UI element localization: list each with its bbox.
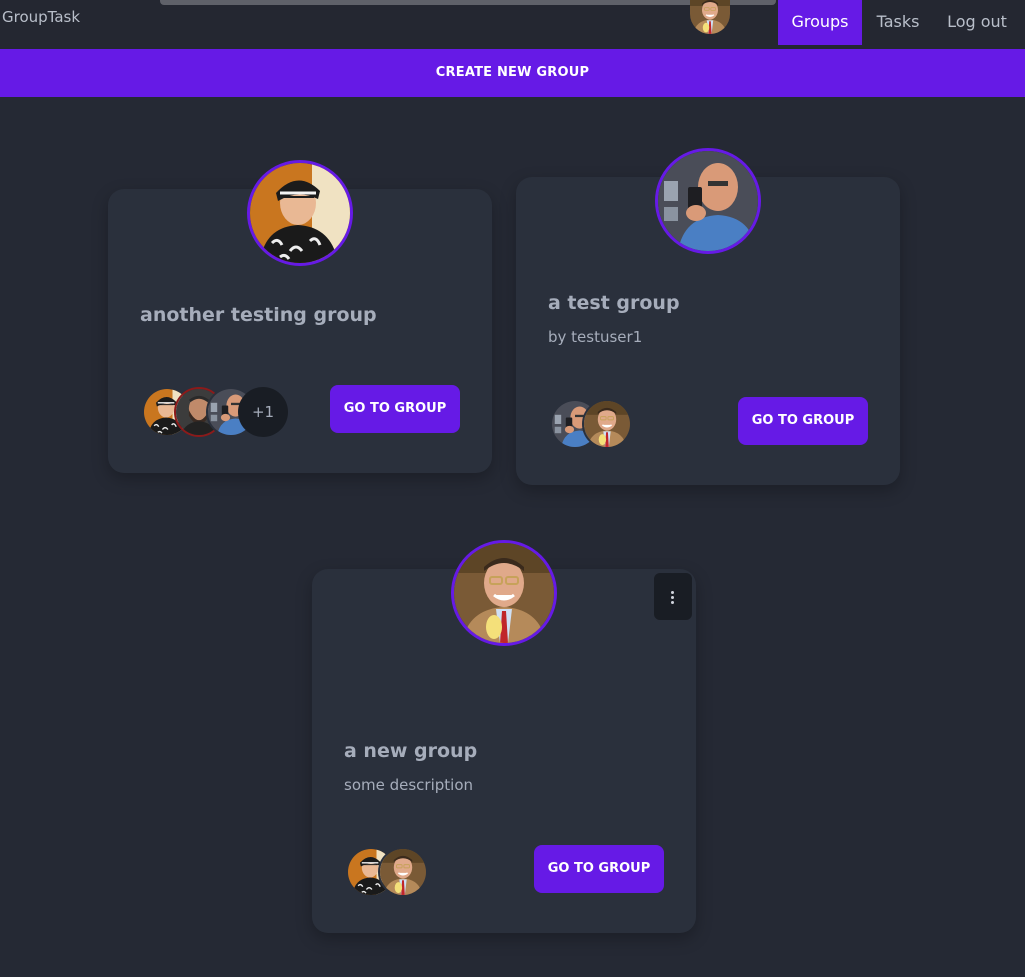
group-card: another testing group +1 GO TO GROUP [108,160,492,473]
brand-logo-text[interactable]: GroupTask [2,8,80,26]
group-avatar [247,160,353,266]
go-to-group-button[interactable]: GO TO GROUP [534,845,664,893]
member-avatars: +1 [142,387,292,437]
group-card: a new group some description GO TO GROUP [312,540,696,933]
nav-groups-link[interactable]: Groups [778,0,862,45]
nav-tasks-link[interactable]: Tasks [868,0,928,45]
browser-scroll-strip [160,0,776,5]
group-card: a test group by testuser1 GO TO GROUP [516,148,900,485]
member-avatar [378,847,428,897]
create-new-group-button[interactable]: CREATE NEW GROUP [0,49,1025,97]
member-avatars [346,847,436,897]
top-navbar: GroupTask Groups Tasks Log out [0,0,1025,49]
group-avatar [451,540,557,646]
member-avatars [550,399,640,449]
member-avatar [582,399,632,449]
go-to-group-button[interactable]: GO TO GROUP [738,397,868,445]
group-title: another testing group [140,304,377,326]
group-options-menu-icon[interactable] [654,573,692,620]
group-title: a test group [548,292,680,314]
group-description: by testuser1 [548,328,643,346]
nav-logout-link[interactable]: Log out [940,0,1014,45]
user-avatar[interactable] [690,0,730,34]
go-to-group-button[interactable]: GO TO GROUP [330,385,460,433]
member-overflow-count: +1 [238,387,288,437]
group-description: some description [344,776,474,794]
group-avatar [655,148,761,254]
group-title: a new group [344,740,478,762]
